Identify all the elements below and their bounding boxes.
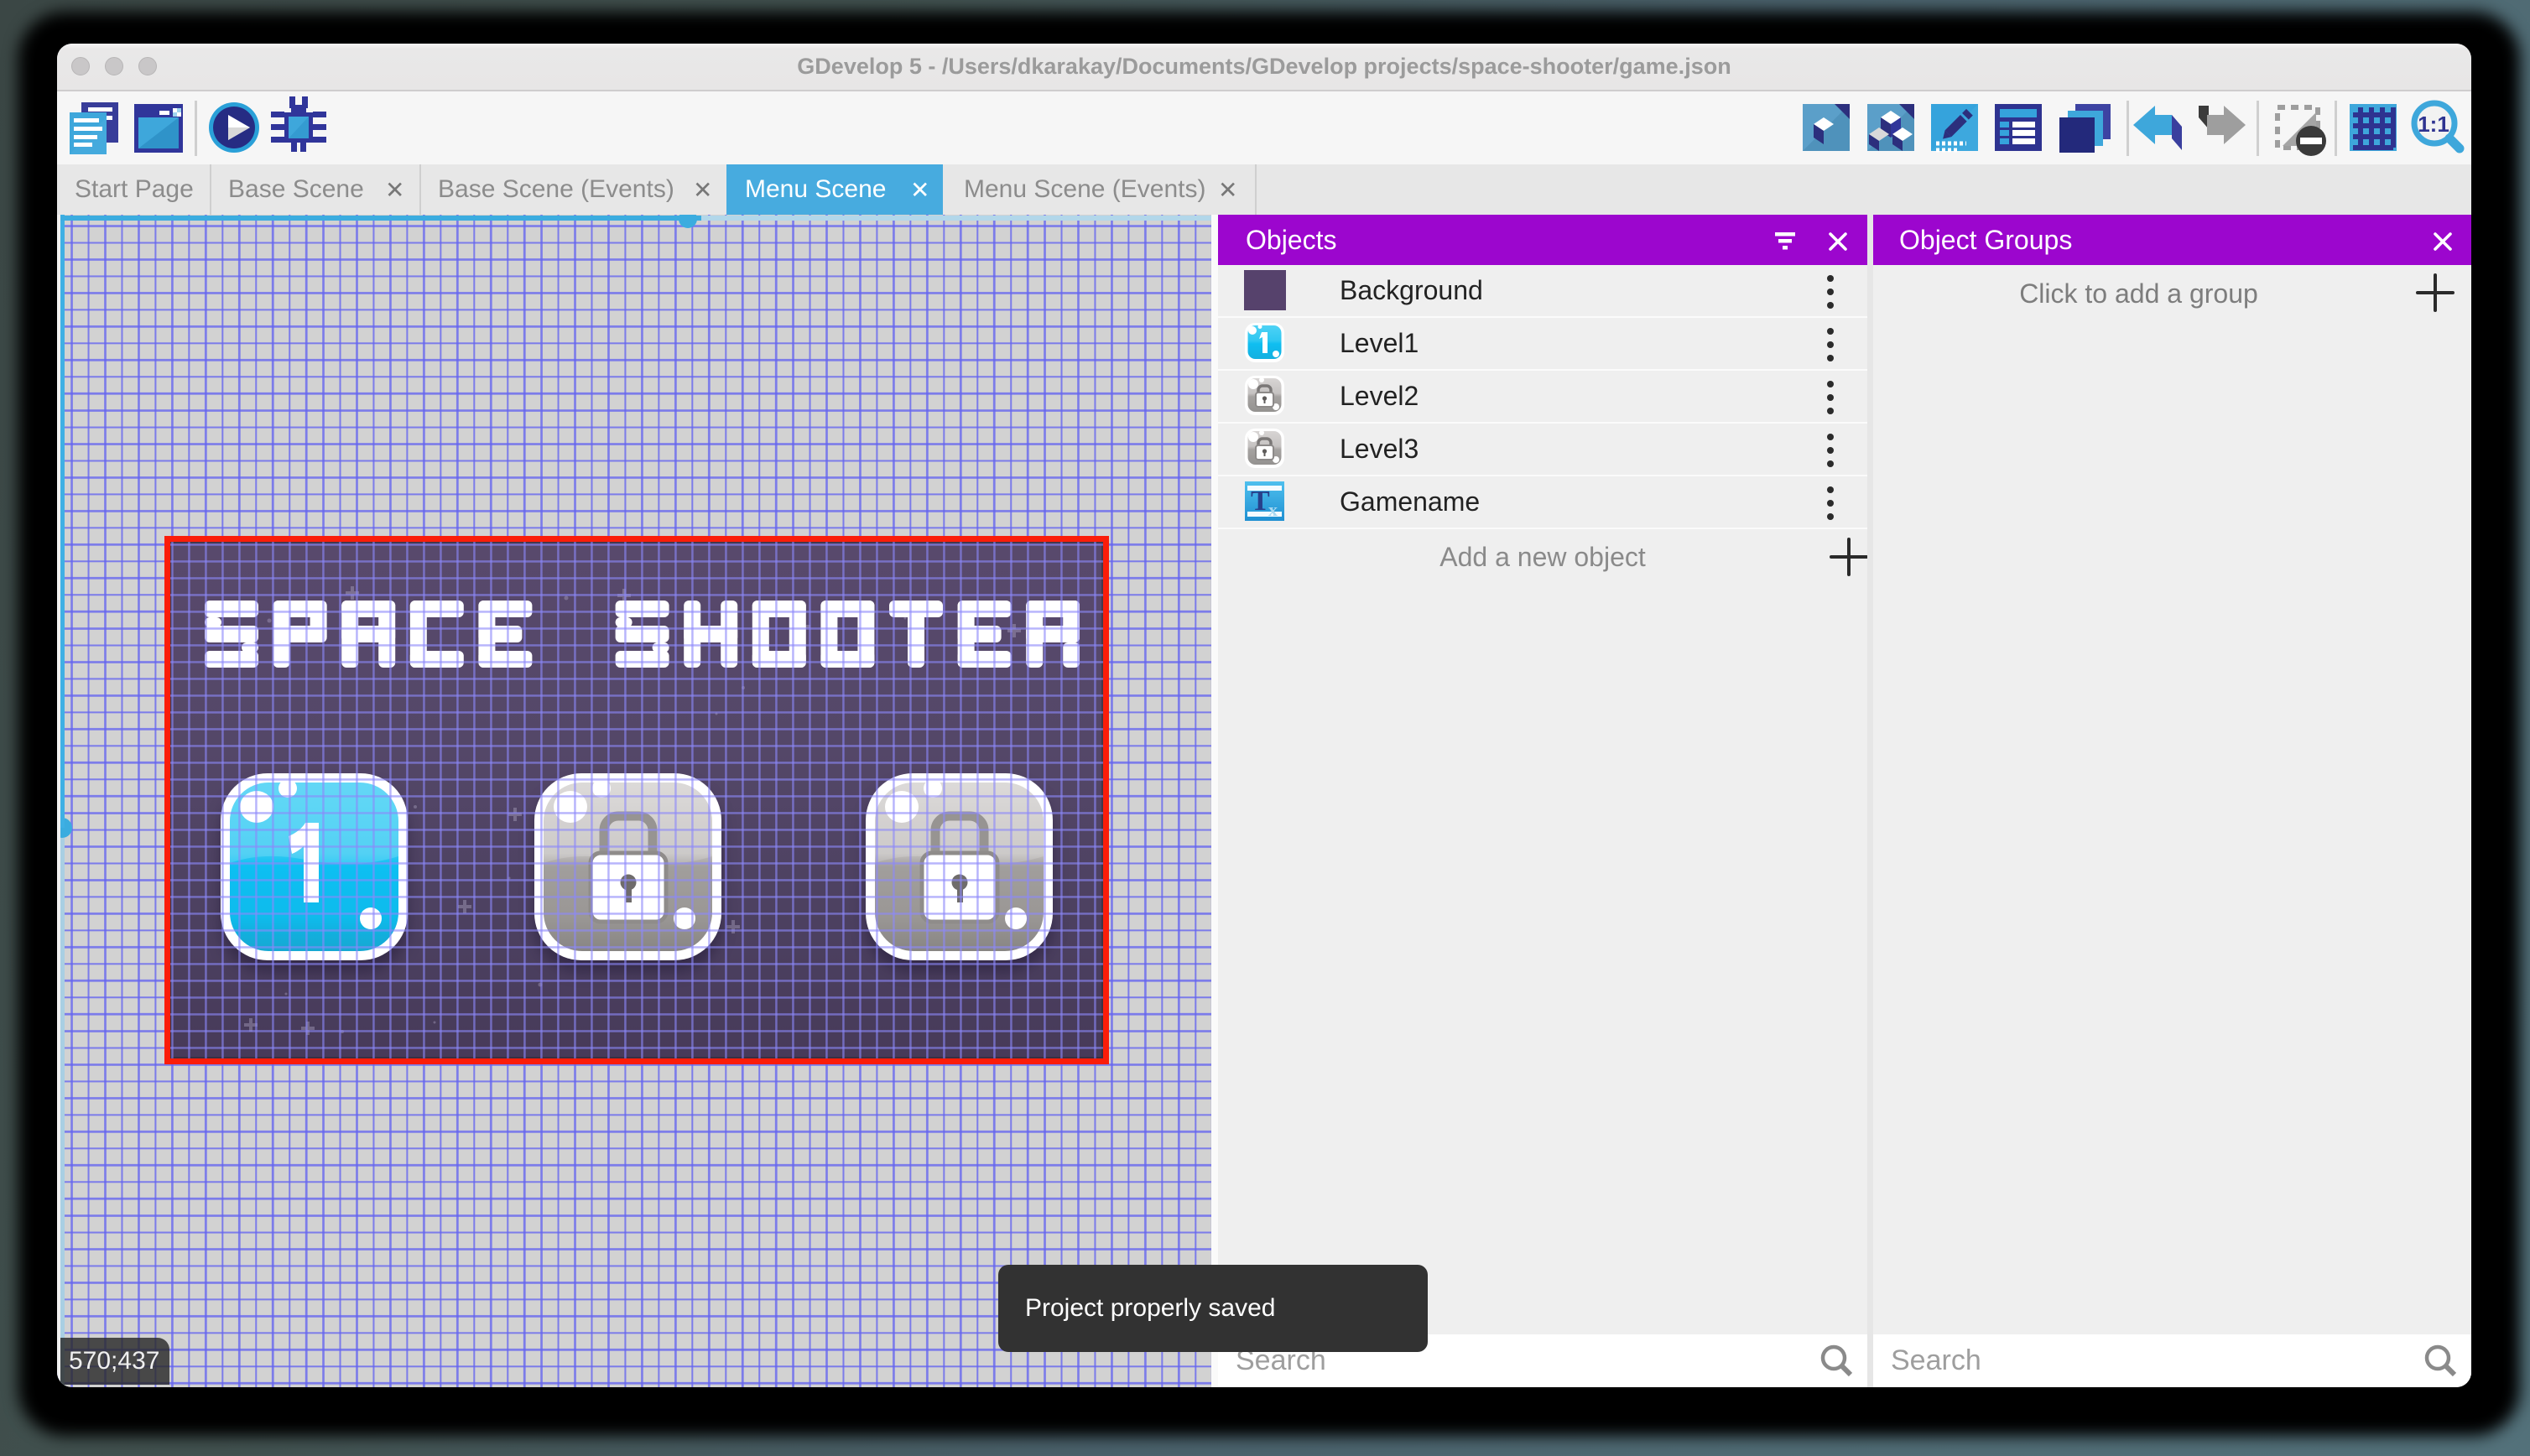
svg-text:T: T <box>1251 486 1270 517</box>
svg-text:x: x <box>1268 499 1278 520</box>
svg-text:1:1: 1:1 <box>2418 112 2449 137</box>
